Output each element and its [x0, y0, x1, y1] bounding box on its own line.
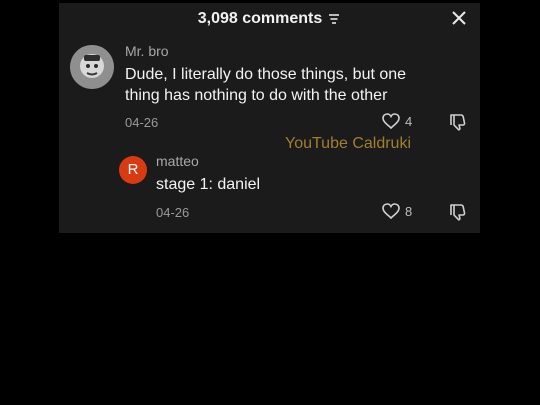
reply-date: 04-26 — [156, 205, 190, 220]
comment-text-line-2: thing has nothing to do with the other — [125, 87, 388, 104]
reply-avatar[interactable]: R — [119, 156, 147, 184]
reply-like-button[interactable]: 8 — [381, 202, 412, 220]
comment-date: 04-26 — [125, 115, 159, 130]
reply-author[interactable]: matteo — [156, 153, 199, 169]
comments-title[interactable]: 3,098 comments — [59, 10, 480, 28]
comment-text-line-1: Dude, I literally do those things, but o… — [125, 66, 407, 83]
watermark: YouTube Caldruki — [285, 135, 412, 152]
comments-header: 3,098 comments — [59, 3, 480, 33]
dislike-icon[interactable] — [448, 112, 468, 132]
comment-author[interactable]: Mr. bro — [125, 43, 169, 59]
sort-icon[interactable] — [327, 12, 341, 26]
avatar[interactable] — [70, 45, 114, 89]
reply-dislike-icon[interactable] — [448, 202, 468, 222]
comment-count: 3,098 comments — [197, 10, 323, 27]
heart-icon — [382, 113, 400, 130]
reply-like-count: 8 — [405, 203, 413, 219]
like-button[interactable]: 4 — [381, 112, 412, 130]
close-icon[interactable] — [450, 9, 468, 27]
reply-text: stage 1: daniel — [156, 176, 261, 193]
like-count: 4 — [405, 113, 413, 129]
heart-icon — [382, 203, 400, 220]
reply-avatar-letter: R — [127, 161, 139, 178]
avatar-image — [70, 45, 114, 89]
comments-panel: 3,098 comments Mr. bro Dude, I literally… — [59, 3, 480, 233]
